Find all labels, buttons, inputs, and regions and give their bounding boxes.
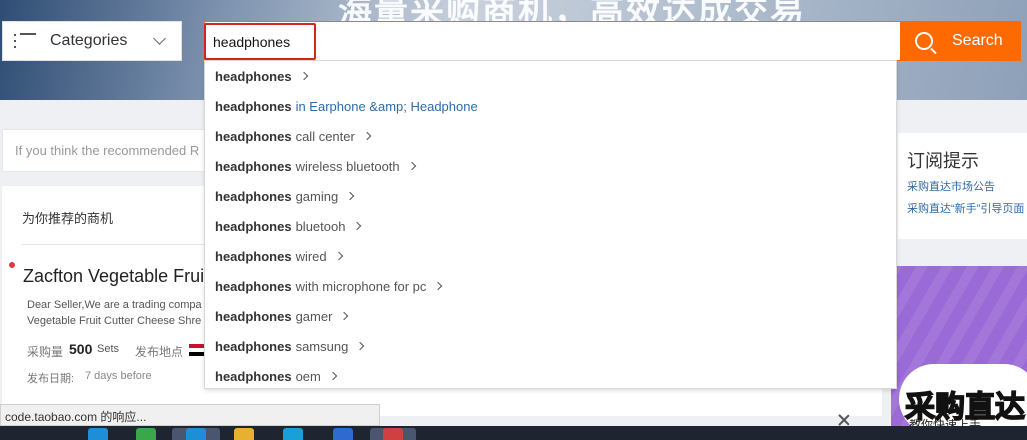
taskbar-app-icon[interactable] (283, 428, 303, 440)
taskbar-app-icon[interactable] (333, 428, 353, 440)
close-icon[interactable] (837, 413, 851, 427)
suggestion-keyword: headphones (215, 128, 292, 144)
suggestion-item[interactable]: headphones oem (205, 361, 896, 391)
suggestion-keyword: headphones (215, 278, 292, 294)
quantity-value: 500 (69, 341, 93, 357)
suggestion-keyword: headphones (215, 218, 292, 234)
taskbar-app-icon[interactable] (88, 428, 108, 440)
taskbar-app-icon[interactable] (383, 428, 403, 440)
suggestion-item[interactable]: headphones samsung (205, 331, 896, 361)
suggestion-item[interactable]: headphones wired (205, 241, 896, 271)
notice-text: If you think the recommended R (15, 143, 200, 158)
menu-list-icon (14, 33, 36, 49)
suggestion-item[interactable]: headphones bluetooh (205, 211, 896, 241)
suggestion-rest: bluetooh (295, 218, 346, 234)
chevron-right-icon (434, 281, 443, 291)
origin-label: 发布地点 (135, 345, 184, 359)
suggestion-keyword: headphones (215, 308, 292, 324)
search-suggestions-dropdown: headphones headphones in Earphone &amp; He… (204, 60, 897, 389)
suggestion-keyword: headphones (215, 68, 292, 84)
divider (22, 244, 212, 245)
chevron-right-icon (356, 341, 365, 351)
suggestion-item[interactable]: headphones gaming (205, 181, 896, 211)
chevron-right-icon (353, 221, 362, 231)
browser-status-bar: code.taobao.com 的响应... (0, 404, 380, 426)
suggestion-item[interactable]: headphones in Earphone &amp; Headphone (205, 91, 896, 121)
country-flag-icon (189, 344, 205, 356)
item-description-line: Vegetable Fruit Cutter Cheese Shre (27, 315, 202, 327)
suggestion-keyword: headphones (215, 368, 292, 384)
chevron-right-icon (299, 71, 308, 81)
taskbar-app-icon[interactable] (186, 428, 206, 440)
chevron-right-icon (407, 161, 416, 171)
suggestion-keyword: headphones (215, 158, 292, 174)
promo-ad-subtext: 教你快速上手 (909, 418, 982, 426)
suggestion-item[interactable]: headphones with microphone for pc (205, 271, 896, 301)
search-input[interactable] (204, 23, 316, 60)
suggestion-rest: call center (295, 128, 355, 144)
quantity-unit: Sets (97, 343, 120, 355)
market-notice-link[interactable]: 采购直达市场公告 (907, 178, 995, 194)
chevron-right-icon (345, 191, 355, 201)
suggestion-rest: wired (295, 248, 327, 264)
subscription-panel: 订阅提示 采购直达市场公告 采购直达“新手”引导页面 (898, 133, 1027, 239)
suggestion-category: in Earphone &amp; Headphone (295, 98, 478, 114)
suggestion-keyword: headphones (215, 338, 292, 354)
search-button[interactable]: Search (901, 21, 1021, 61)
categories-label: Categories (50, 32, 128, 49)
chevron-right-icon (362, 131, 372, 141)
suggestion-rest: samsung (295, 338, 349, 354)
suggestion-keyword: headphones (215, 248, 292, 264)
newbie-guide-link[interactable]: 采购直达“新手”引导页面 (907, 200, 1024, 216)
chevron-right-icon (340, 311, 349, 321)
taskbar-app-icon[interactable] (136, 428, 156, 440)
recommendation-heading: 为你推荐的商机 (22, 211, 114, 226)
chevron-right-icon (328, 371, 338, 381)
suggestion-keyword: headphones (215, 98, 292, 114)
search-icon (915, 32, 933, 50)
item-title-link[interactable]: Zacfton Vegetable Fruit (23, 266, 209, 287)
search-button-label: Search (952, 32, 1003, 49)
new-dot-icon (9, 262, 15, 268)
suggestion-rest: gaming (295, 188, 339, 204)
categories-dropdown[interactable]: Categories (2, 21, 182, 61)
suggestion-rest: with microphone for pc (295, 278, 427, 294)
chevron-right-icon (334, 251, 343, 261)
subscription-title: 订阅提示 (907, 151, 979, 171)
date-label: 发布日期: (27, 373, 75, 385)
taskbar-folder-icon[interactable] (234, 428, 254, 440)
suggestion-item[interactable]: headphones (205, 61, 896, 91)
chevron-down-icon (153, 32, 166, 45)
suggestion-keyword: headphones (215, 188, 292, 204)
suggestion-rest: gamer (295, 308, 333, 324)
date-value: 7 days before (85, 370, 152, 382)
suggestion-item[interactable]: headphones call center (205, 121, 896, 151)
suggestion-rest: oem (295, 368, 321, 384)
item-description-line: Dear Seller,We are a trading compa (27, 299, 202, 311)
promo-ad-banner[interactable]: 采购直达 教你快速上手 (891, 266, 1027, 426)
suggestion-rest: wireless bluetooth (295, 158, 400, 174)
quantity-label: 采购量 (27, 345, 64, 359)
suggestion-item[interactable]: headphones wireless bluetooth (205, 151, 896, 181)
suggestion-item[interactable]: headphones gamer (205, 301, 896, 331)
